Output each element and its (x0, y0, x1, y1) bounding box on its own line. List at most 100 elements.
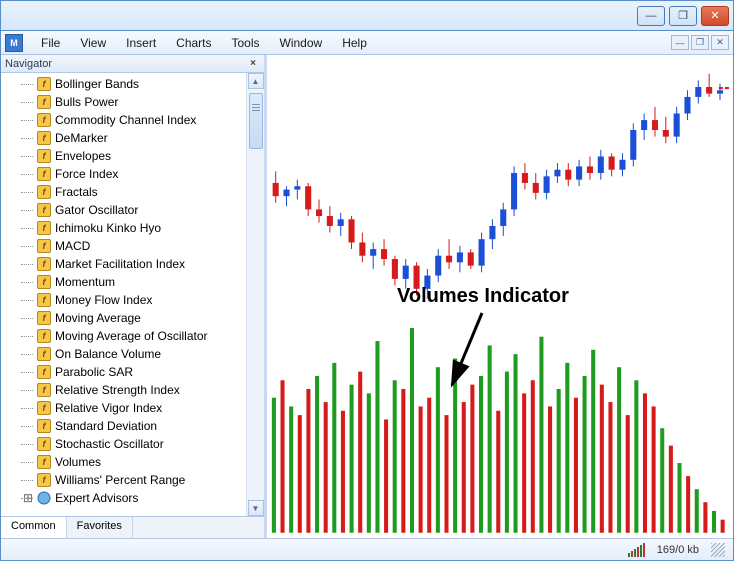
chart-area[interactable]: Volumes Indicator (267, 55, 733, 538)
indicator-item[interactable]: f Envelopes (1, 147, 246, 165)
mdi-buttons: — ❐ ✕ (671, 35, 729, 50)
indicator-item[interactable]: fParabolic SAR (1, 363, 246, 381)
indicator-item[interactable]: fRelative Strength Index (1, 381, 246, 399)
navigator-panel: Navigator × f Bollinger Bands f Bulls Power… (1, 55, 267, 538)
indicator-item[interactable]: f Stochastic Oscillator (1, 435, 246, 453)
indicator-icon: f (37, 293, 51, 307)
navigator-title: Navigator (5, 58, 52, 70)
indicator-item[interactable]: f Moving Average (1, 309, 246, 327)
navigator-tree[interactable]: f Bollinger Bands f Bulls Power f Commodity C… (1, 73, 246, 516)
indicator-icon: f (37, 113, 51, 127)
indicator-label: Market Facilitation Index (55, 257, 185, 271)
indicator-icon: f (37, 275, 51, 289)
indicator-label: MACD (55, 239, 90, 253)
indicator-label: Gator Oscillator (55, 203, 138, 217)
indicator-icon: f (37, 131, 51, 145)
navigator-header[interactable]: Navigator × (1, 55, 264, 73)
resize-grip[interactable] (711, 543, 725, 557)
indicator-icon: f (37, 95, 51, 109)
indicator-item[interactable]: f Bulls Power (1, 93, 246, 111)
indicator-label: Fractals (55, 185, 98, 199)
indicator-label: Standard Deviation (55, 419, 157, 433)
menu-file[interactable]: File (31, 33, 70, 53)
navigator-close-button[interactable]: × (246, 57, 260, 71)
annotation-volumes-label: Volumes Indicator (397, 285, 569, 308)
connection-signal-icon (628, 543, 645, 557)
tab-favorites[interactable]: Favorites (67, 517, 133, 538)
indicator-label: Bollinger Bands (55, 77, 139, 91)
window-maximize-button[interactable]: ❐ (669, 6, 697, 26)
indicator-label: Force Index (55, 167, 118, 181)
navigator-tabs: Common Favorites (1, 516, 264, 538)
mdi-minimize-button[interactable]: — (671, 35, 689, 50)
indicator-label: Money Flow Index (55, 293, 152, 307)
indicator-item[interactable]: f Fractals (1, 183, 246, 201)
expert-advisors-label: Expert Advisors (55, 491, 138, 505)
indicator-label: Williams' Percent Range (55, 473, 185, 487)
indicator-item[interactable]: f Moving Average of Oscillator (1, 327, 246, 345)
app-icon: M (5, 34, 23, 52)
indicator-label: Relative Vigor Index (55, 401, 162, 415)
navigator-body: f Bollinger Bands f Bulls Power f Commodity C… (1, 73, 264, 516)
window-minimize-button[interactable]: — (637, 6, 665, 26)
indicator-icon: f (37, 401, 51, 415)
menu-help[interactable]: Help (332, 33, 377, 53)
indicator-icon: f (37, 329, 51, 343)
indicator-item[interactable]: f Commodity Channel Index (1, 111, 246, 129)
status-bar: 169/0 kb (1, 538, 733, 560)
indicator-item[interactable]: fOn Balance Volume (1, 345, 246, 363)
menu-bar: M File View Insert Charts Tools Window H… (1, 31, 733, 55)
indicator-icon: f (37, 203, 51, 217)
indicator-item[interactable]: fIchimoku Kinko Hyo (1, 219, 246, 237)
indicator-icon: f (37, 185, 51, 199)
indicator-item[interactable]: f Money Flow Index (1, 291, 246, 309)
indicator-item[interactable]: f Relative Vigor Index (1, 399, 246, 417)
indicator-icon: f (37, 257, 51, 271)
indicator-item[interactable]: f DeMarker (1, 129, 246, 147)
indicator-label: Envelopes (55, 149, 111, 163)
indicator-label: Stochastic Oscillator (55, 437, 164, 451)
indicator-item[interactable]: f Williams' Percent Range (1, 471, 246, 489)
indicator-item[interactable]: f Standard Deviation (1, 417, 246, 435)
indicator-item[interactable]: f Market Facilitation Index (1, 255, 246, 273)
indicator-icon: f (37, 149, 51, 163)
indicator-label: Moving Average (55, 311, 141, 325)
indicator-label: Commodity Channel Index (55, 113, 196, 127)
scroll-thumb[interactable] (249, 93, 263, 149)
indicator-item[interactable]: f Gator Oscillator (1, 201, 246, 219)
indicator-item[interactable]: fForce Index (1, 165, 246, 183)
indicator-label: Volumes (55, 455, 101, 469)
menu-view[interactable]: View (70, 33, 116, 53)
indicator-label: Moving Average of Oscillator (55, 329, 208, 343)
window-close-button[interactable]: ✕ (701, 6, 729, 26)
indicator-item[interactable]: f Volumes (1, 453, 246, 471)
menu-window[interactable]: Window (270, 33, 333, 53)
workspace: Navigator × f Bollinger Bands f Bulls Power… (1, 55, 733, 538)
indicator-icon: f (37, 455, 51, 469)
scroll-down-button[interactable]: ▼ (248, 500, 264, 516)
indicator-icon: f (37, 437, 51, 451)
indicator-icon: f (37, 77, 51, 91)
indicator-icon: f (37, 239, 51, 253)
indicator-label: On Balance Volume (55, 347, 161, 361)
indicator-label: DeMarker (55, 131, 108, 145)
scroll-up-button[interactable]: ▲ (248, 73, 264, 89)
menu-tools[interactable]: Tools (222, 33, 270, 53)
menu-charts[interactable]: Charts (166, 33, 221, 53)
indicator-item[interactable]: f MACD (1, 237, 246, 255)
mdi-restore-button[interactable]: ❐ (691, 35, 709, 50)
navigator-scrollbar[interactable]: ▲ ▼ (246, 73, 264, 516)
window-titlebar: — ❐ ✕ (1, 1, 733, 31)
indicator-icon: f (37, 311, 51, 325)
indicator-label: Bulls Power (55, 95, 118, 109)
mdi-close-button[interactable]: ✕ (711, 35, 729, 50)
expert-advisors-icon (37, 491, 51, 505)
indicator-item[interactable]: fMomentum (1, 273, 246, 291)
indicator-icon: f (37, 419, 51, 433)
expert-advisors-node[interactable]: ⊞Expert Advisors (1, 489, 246, 507)
menu-insert[interactable]: Insert (116, 33, 166, 53)
indicator-icon: f (37, 473, 51, 487)
indicator-item[interactable]: f Bollinger Bands (1, 75, 246, 93)
indicator-icon: f (37, 365, 51, 379)
tab-common[interactable]: Common (1, 517, 67, 538)
